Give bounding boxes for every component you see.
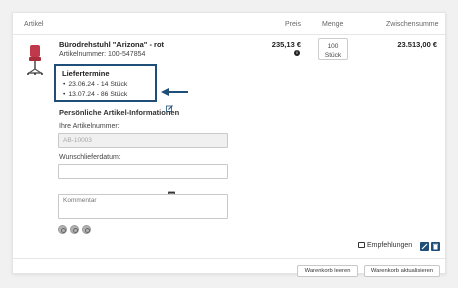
- header-article: Artikel: [24, 21, 44, 28]
- quantity-value: 100: [327, 43, 339, 50]
- customer-article-number-field: AB-10003: [58, 133, 228, 148]
- edit-item-button[interactable]: [420, 242, 429, 251]
- footer-divider: [13, 258, 447, 259]
- delete-item-button[interactable]: [431, 242, 440, 251]
- delivery-dates-box: Liefertermine 23.06.24 - 14 Stück 13.07.…: [54, 64, 157, 102]
- recommendations-label: Empfehlungen: [367, 242, 413, 249]
- pencil-icon: [421, 243, 428, 250]
- option-swatch[interactable]: [82, 225, 91, 234]
- header-subtotal: Zwischensumme: [386, 21, 439, 28]
- quantity-input[interactable]: 100 Stück: [318, 38, 348, 60]
- personal-info-title: Persönliche Artikel-Informationen: [59, 108, 180, 117]
- line-subtotal: 23.513,00 €: [397, 40, 437, 49]
- product-article-number: Artikelnummer: 100-547854: [59, 51, 146, 58]
- delivery-date-item: 23.06.24 - 14 Stück: [63, 81, 127, 88]
- comment-textarea[interactable]: Kommentar: [58, 194, 228, 219]
- clear-cart-button[interactable]: Warenkorb leeren: [297, 265, 358, 277]
- delivery-date-item: 13.07.24 - 86 Stück: [63, 91, 127, 98]
- option-swatch[interactable]: [70, 225, 79, 234]
- info-icon[interactable]: i: [294, 50, 300, 56]
- recommendations-icon: [358, 242, 365, 248]
- trash-icon: [433, 243, 438, 250]
- option-swatch[interactable]: [58, 225, 67, 234]
- recommendations-link[interactable]: Empfehlungen: [358, 242, 412, 249]
- header-price: Preis: [285, 21, 301, 28]
- cart-table-header: Artikel Preis Menge Zwischensumme: [13, 13, 447, 35]
- delivery-date-label: Wunschlieferdatum:: [59, 154, 121, 161]
- quantity-unit: Stück: [324, 52, 342, 59]
- arrow-left-icon: [161, 88, 188, 96]
- edit-icon[interactable]: [166, 105, 173, 112]
- product-thumbnail[interactable]: [24, 43, 46, 77]
- cart-card: Artikel Preis Menge Zwischensumme Bürodr…: [12, 12, 447, 277]
- delivery-date-field[interactable]: [58, 164, 228, 179]
- customer-article-number-label: Ihre Artikelnummer:: [59, 123, 120, 130]
- delivery-dates-title: Liefertermine: [62, 69, 110, 78]
- product-name[interactable]: Bürodrehstuhl "Arizona" - rot: [59, 40, 164, 49]
- header-quantity: Menge: [322, 21, 344, 28]
- update-cart-button[interactable]: Warenkorb aktualisieren: [364, 265, 440, 277]
- unit-price: 235,13 €: [271, 40, 301, 49]
